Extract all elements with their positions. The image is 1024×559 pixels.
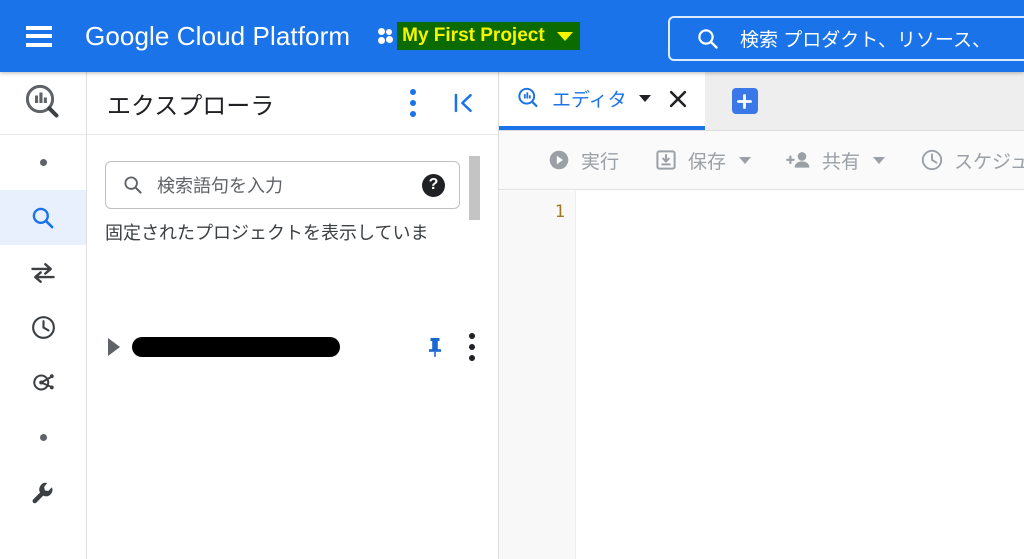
collapse-panel-icon[interactable] bbox=[450, 90, 476, 116]
hamburger-menu-icon[interactable] bbox=[26, 25, 52, 47]
plus-icon bbox=[737, 93, 753, 109]
top-header: Google Cloud Platform My First Project 検… bbox=[0, 0, 1024, 72]
editor-tabstrip: エディタ bbox=[499, 71, 1024, 131]
person-add-icon bbox=[786, 152, 810, 168]
sidebar-item-settings[interactable] bbox=[0, 465, 86, 520]
transfer-arrows-icon bbox=[31, 262, 55, 283]
save-button[interactable]: 保存 bbox=[654, 147, 752, 174]
dot-icon bbox=[39, 434, 47, 441]
project-name-redacted bbox=[132, 337, 340, 357]
save-button-label: 保存 bbox=[688, 151, 727, 173]
search-icon bbox=[124, 176, 142, 194]
editor-area: エディタ 実行 保存 共有 スケジュ 1 bbox=[499, 71, 1024, 559]
tab-editor[interactable]: エディタ bbox=[499, 71, 705, 130]
list-item[interactable] bbox=[105, 327, 481, 367]
explorer-header: エクスプローラ bbox=[87, 72, 498, 135]
pinned-projects-note: 固定されたプロジェクトを表示していま bbox=[105, 223, 429, 243]
chevron-down-icon[interactable] bbox=[739, 156, 752, 164]
help-icon[interactable]: ? bbox=[422, 173, 445, 197]
hamburger-bar bbox=[26, 34, 52, 38]
save-icon bbox=[656, 150, 676, 170]
project-selector[interactable]: My First Project bbox=[378, 21, 580, 51]
pin-icon[interactable] bbox=[423, 335, 447, 359]
scheduled-queries-icon bbox=[32, 374, 54, 391]
clock-icon bbox=[921, 149, 943, 171]
chevron-down-icon[interactable] bbox=[873, 156, 886, 164]
list-item-more-vert-icon[interactable] bbox=[469, 333, 475, 361]
search-icon bbox=[698, 28, 718, 49]
bigquery-logo-icon bbox=[518, 87, 538, 108]
clock-icon bbox=[31, 316, 55, 339]
hamburger-bar bbox=[26, 42, 52, 47]
schedule-button-label: スケジュー bbox=[954, 151, 1024, 173]
sidebar-item-search[interactable] bbox=[0, 190, 86, 245]
explorer-scrollbar[interactable] bbox=[469, 156, 480, 220]
share-button[interactable]: 共有 bbox=[786, 147, 886, 174]
run-button[interactable]: 実行 bbox=[547, 147, 619, 174]
search-input-placeholder: 検索語句を入力 bbox=[157, 176, 283, 196]
wrench-icon bbox=[32, 482, 53, 503]
sidebar-item-scheduled-queries[interactable] bbox=[0, 355, 86, 410]
editor-gutter: 1 bbox=[499, 191, 576, 559]
left-icon-rail bbox=[0, 72, 87, 559]
line-number: 1 bbox=[554, 202, 565, 222]
sidebar-item-dot-2[interactable] bbox=[0, 410, 86, 465]
close-icon[interactable] bbox=[667, 88, 689, 110]
code-editor[interactable]: 1 bbox=[499, 191, 1024, 559]
project-dots-icon bbox=[378, 28, 397, 44]
global-search-input[interactable]: 検索 プロダクト、リソース、 bbox=[668, 16, 1024, 61]
dot-icon bbox=[39, 159, 47, 166]
project-name-label: My First Project bbox=[402, 25, 545, 46]
hamburger-bar bbox=[26, 25, 52, 30]
bigquery-logo-icon[interactable] bbox=[0, 72, 86, 135]
add-tab-button[interactable] bbox=[731, 88, 758, 114]
schedule-button[interactable]: スケジュー bbox=[920, 147, 1024, 174]
search-input[interactable]: 検索語句を入力 ? bbox=[105, 161, 460, 209]
explorer-more-vert-icon[interactable] bbox=[410, 89, 416, 117]
share-button-label: 共有 bbox=[822, 151, 861, 173]
chevron-down-icon[interactable] bbox=[638, 95, 651, 102]
project-name-highlight: My First Project bbox=[397, 22, 580, 50]
tab-editor-label: エディタ bbox=[552, 90, 627, 111]
play-circle-icon bbox=[549, 150, 569, 170]
explorer-panel: エクスプローラ 検索語句を入力 ? 固定されたプロジェクトを表示していま bbox=[87, 72, 499, 559]
sidebar-item-dot-1[interactable] bbox=[0, 135, 86, 190]
run-button-label: 実行 bbox=[581, 151, 620, 173]
search-icon bbox=[32, 207, 54, 228]
page-title: エクスプローラ bbox=[107, 92, 275, 120]
sidebar-item-transfers[interactable] bbox=[0, 245, 86, 300]
chevron-right-icon[interactable] bbox=[108, 338, 120, 356]
editor-toolbar: 実行 保存 共有 スケジュ bbox=[499, 131, 1024, 190]
chevron-down-icon bbox=[556, 31, 573, 41]
sidebar-item-history[interactable] bbox=[0, 300, 86, 355]
global-search-placeholder: 検索 プロダクト、リソース、 bbox=[740, 30, 991, 51]
brand-title: Google Cloud Platform bbox=[85, 20, 351, 51]
